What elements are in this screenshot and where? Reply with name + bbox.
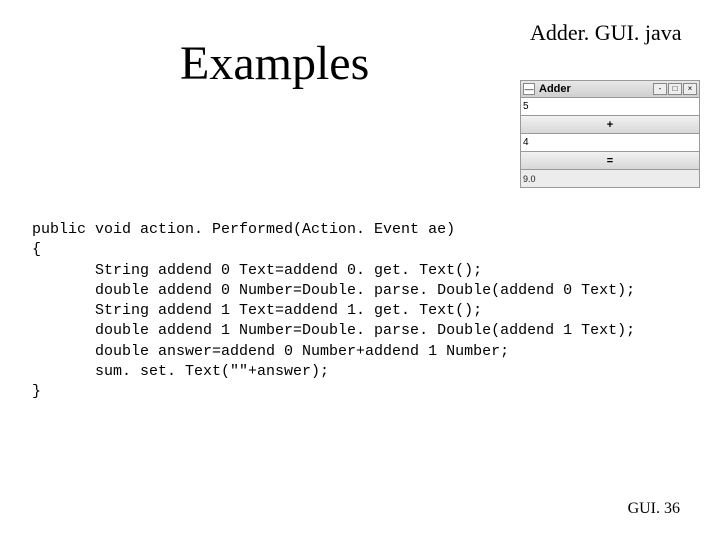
- window-titlebar: — Adder - □ ×: [520, 80, 700, 98]
- slide: Adder. GUI. java Examples — Adder - □ × …: [0, 0, 720, 540]
- code-line: String addend 1 Text=addend 1. get. Text…: [32, 302, 482, 319]
- code-line: {: [32, 241, 41, 258]
- code-block: public void action. Performed(Action. Ev…: [32, 220, 692, 402]
- code-line: double answer=addend 0 Number+addend 1 N…: [32, 343, 509, 360]
- sum-field: 9.0: [520, 170, 700, 188]
- adder-window: — Adder - □ × 5 + 4 = 9.0: [520, 80, 700, 188]
- addend0-field[interactable]: 5: [520, 98, 700, 116]
- maximize-button[interactable]: □: [668, 83, 682, 95]
- system-menu-icon[interactable]: —: [523, 83, 535, 95]
- code-line: sum. set. Text(""+answer);: [32, 363, 329, 380]
- equals-button[interactable]: =: [520, 152, 700, 170]
- plus-button[interactable]: +: [520, 116, 700, 134]
- window-title: Adder: [539, 83, 652, 95]
- code-line: double addend 0 Number=Double. parse. Do…: [32, 282, 635, 299]
- slide-number: GUI. 36: [628, 500, 680, 518]
- code-line: }: [32, 383, 41, 400]
- addend1-field[interactable]: 4: [520, 134, 700, 152]
- code-line: double addend 1 Number=Double. parse. Do…: [32, 322, 635, 339]
- close-button[interactable]: ×: [683, 83, 697, 95]
- code-line: String addend 0 Text=addend 0. get. Text…: [32, 262, 482, 279]
- source-filename: Adder. GUI. java: [530, 20, 682, 46]
- slide-title: Examples: [180, 36, 369, 91]
- code-line: public void action. Performed(Action. Ev…: [32, 221, 455, 238]
- minimize-button[interactable]: -: [653, 83, 667, 95]
